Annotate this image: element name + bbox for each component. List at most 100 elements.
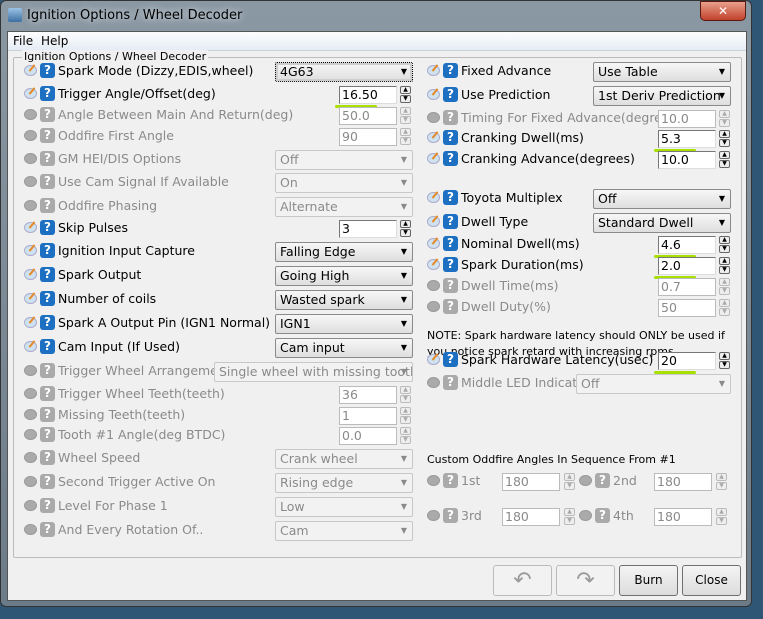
edit-balloon-icon[interactable] <box>24 341 37 352</box>
dwell-duty-spinner[interactable]: ▲ ▼ <box>719 299 730 317</box>
edit-balloon-icon[interactable] <box>24 222 37 233</box>
help-icon[interactable]: ? <box>443 236 458 251</box>
help-icon[interactable]: ? <box>40 174 55 189</box>
edit-balloon-icon[interactable] <box>24 109 37 120</box>
help-icon[interactable]: ? <box>40 243 55 258</box>
help-icon[interactable]: ? <box>40 386 55 401</box>
help-icon[interactable]: ? <box>40 407 55 422</box>
help-icon[interactable]: ? <box>443 87 458 102</box>
skip-pulses-input[interactable]: 3 <box>339 220 397 238</box>
help-icon[interactable]: ? <box>40 86 55 101</box>
trigger-angle-offset-deg-input[interactable]: 16.50 <box>339 86 397 104</box>
oddfire-first-angle-input[interactable]: 90 <box>339 128 397 146</box>
edit-balloon-icon[interactable] <box>24 452 37 463</box>
edit-balloon-icon[interactable] <box>24 153 37 164</box>
dwell-type-dropdown[interactable]: Standard Dwell <box>593 213 731 233</box>
help-icon[interactable]: ? <box>40 291 55 306</box>
edit-balloon-icon[interactable] <box>24 130 37 141</box>
menu-file[interactable]: File <box>13 34 33 48</box>
spark-duration-ms-input[interactable]: 2.0 <box>658 257 716 275</box>
missing-teeth-teeth-input[interactable]: 1 <box>339 407 397 425</box>
help-icon[interactable]: ? <box>40 315 55 330</box>
oddfire-2nd-input[interactable]: 180 <box>654 473 712 491</box>
spark-output-dropdown[interactable]: Going High <box>275 266 413 286</box>
help-icon[interactable]: ? <box>40 498 55 513</box>
window-close-button[interactable]: ✕ <box>700 1 746 21</box>
and-every-rotation-of-dropdown[interactable]: Cam <box>275 521 413 541</box>
help-icon[interactable]: ? <box>443 110 458 125</box>
help-icon[interactable]: ? <box>40 128 55 143</box>
close-button[interactable]: Close <box>682 565 741 596</box>
oddfire-4th-input[interactable]: 180 <box>654 508 712 526</box>
missing-teeth-teeth-spinner[interactable]: ▲ ▼ <box>400 407 411 425</box>
oddfire-4th-spinner[interactable]: ▲ ▼ <box>716 508 727 526</box>
edit-balloon-icon[interactable] <box>427 354 440 365</box>
number-of-coils-dropdown[interactable]: Wasted spark <box>275 290 413 310</box>
edit-balloon-icon[interactable] <box>24 317 37 328</box>
help-icon[interactable]: ? <box>40 267 55 282</box>
cam-input-if-used-dropdown[interactable]: Cam input <box>275 338 413 358</box>
oddfire-1st-input[interactable]: 180 <box>502 473 560 491</box>
trigger-wheel-teeth-teeth-input[interactable]: 36 <box>339 386 397 404</box>
edit-balloon-icon[interactable] <box>24 429 37 440</box>
second-trigger-active-on-dropdown[interactable]: Rising edge <box>275 473 413 493</box>
menu-help[interactable]: Help <box>41 34 68 48</box>
cranking-dwell-ms-input[interactable]: 5.3 <box>658 130 716 148</box>
wheel-speed-dropdown[interactable]: Crank wheel <box>275 449 413 469</box>
spark-duration-ms-spinner[interactable]: ▲ ▼ <box>719 257 730 275</box>
dwell-time-ms-input[interactable]: 0.7 <box>658 278 716 296</box>
trigger-wheel-teeth-teeth-spinner[interactable]: ▲ ▼ <box>400 386 411 404</box>
edit-balloon-icon[interactable] <box>24 200 37 211</box>
cranking-advance-degrees-input[interactable]: 10.0 <box>658 151 716 169</box>
help-icon[interactable]: ? <box>443 63 458 78</box>
dwell-time-ms-spinner[interactable]: ▲ ▼ <box>719 278 730 296</box>
help-icon[interactable]: ? <box>443 352 458 367</box>
fixed-advance-dropdown[interactable]: Use Table <box>593 62 731 82</box>
edit-balloon-icon[interactable] <box>427 475 440 486</box>
help-icon[interactable]: ? <box>40 63 55 78</box>
edit-balloon-icon[interactable] <box>579 510 592 521</box>
edit-balloon-icon[interactable] <box>427 112 440 123</box>
nominal-dwell-ms-spinner[interactable]: ▲ ▼ <box>719 236 730 254</box>
oddfire-2nd-spinner[interactable]: ▲ ▼ <box>716 473 727 491</box>
gm-hei-dis-options-dropdown[interactable]: Off <box>275 150 413 170</box>
angle-between-main-and-return-deg-spinner[interactable]: ▲ ▼ <box>400 107 411 125</box>
help-icon[interactable]: ? <box>443 375 458 390</box>
edit-balloon-icon[interactable] <box>427 192 440 203</box>
timing-for-fixed-advance-degrees-spinner[interactable]: ▲ ▼ <box>719 110 730 128</box>
redo-button[interactable]: ↷ <box>556 565 615 596</box>
edit-balloon-icon[interactable] <box>427 301 440 312</box>
help-icon[interactable]: ? <box>40 522 55 537</box>
edit-balloon-icon[interactable] <box>427 238 440 249</box>
skip-pulses-spinner[interactable]: ▲ ▼ <box>400 220 411 238</box>
edit-balloon-icon[interactable] <box>24 365 37 376</box>
edit-balloon-icon[interactable] <box>24 65 37 76</box>
oddfire-3rd-spinner[interactable]: ▲ ▼ <box>564 508 575 526</box>
edit-balloon-icon[interactable] <box>427 216 440 227</box>
help-icon[interactable]: ? <box>595 508 610 523</box>
edit-balloon-icon[interactable] <box>24 88 37 99</box>
edit-balloon-icon[interactable] <box>427 153 440 164</box>
level-for-phase-1-dropdown[interactable]: Low <box>275 497 413 517</box>
oddfire-phasing-dropdown[interactable]: Alternate <box>275 197 413 217</box>
undo-button[interactable]: ↶ <box>493 565 552 596</box>
edit-balloon-icon[interactable] <box>579 475 592 486</box>
toyota-multiplex-dropdown[interactable]: Off <box>593 189 731 209</box>
tooth-1-angle-deg-btdc-input[interactable]: 0.0 <box>339 427 397 445</box>
oddfire-1st-spinner[interactable]: ▲ ▼ <box>564 473 575 491</box>
dwell-duty-input[interactable]: 50 <box>658 299 716 317</box>
trigger-wheel-arrangement-dropdown[interactable]: Single wheel with missing tooth <box>214 362 413 382</box>
angle-between-main-and-return-deg-input[interactable]: 50.0 <box>339 107 397 125</box>
spark-hardware-latency-usec-input[interactable]: 20 <box>658 352 716 370</box>
edit-balloon-icon[interactable] <box>24 476 37 487</box>
edit-balloon-icon[interactable] <box>24 176 37 187</box>
edit-balloon-icon[interactable] <box>24 245 37 256</box>
use-cam-signal-if-available-dropdown[interactable]: On <box>275 173 413 193</box>
spark-hardware-latency-usec-spinner[interactable]: ▲ ▼ <box>719 352 730 370</box>
edit-balloon-icon[interactable] <box>24 388 37 399</box>
edit-balloon-icon[interactable] <box>427 89 440 100</box>
help-icon[interactable]: ? <box>40 363 55 378</box>
tooth-1-angle-deg-btdc-spinner[interactable]: ▲ ▼ <box>400 427 411 445</box>
help-icon[interactable]: ? <box>40 107 55 122</box>
help-icon[interactable]: ? <box>40 450 55 465</box>
